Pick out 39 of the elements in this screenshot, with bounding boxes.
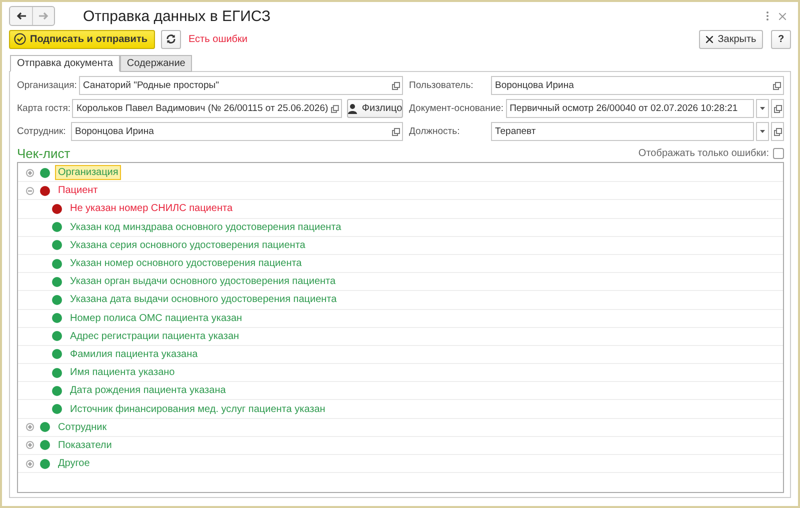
checklist-title: Чек-лист [17,146,72,160]
input-field[interactable]: Первичный осмотр 26/00040 от 02.07.2026 10:28:21 [506,99,754,118]
tab[interactable]: Отправка документа [10,55,120,72]
field-label: Карта гостя: [17,103,70,114]
tree-item[interactable]: Указан орган выдачи основного удостоверения пациента [67,274,339,290]
field-label: Должность: [409,126,461,137]
tree-item[interactable]: Имя пациента указано [67,365,178,380]
person-button[interactable]: Физлицо [347,99,403,118]
window-title: Отправка данных в ЕГИСЗ [83,8,272,24]
tree-item[interactable]: Показатели [55,438,115,453]
input-field[interactable]: Воронцова Ирина [491,76,784,95]
tree-item[interactable]: Организация [55,165,122,180]
tree-item[interactable]: Номер полиса ОМС пациента указан [67,310,246,326]
tab[interactable]: Содержание [120,55,192,72]
input-field[interactable]: Санаторий "Родные просторы" [78,76,403,95]
field-label: Организация: [17,80,77,91]
field-label: Сотрудник: [17,126,67,137]
tree-item[interactable]: Указан код минздрава основного удостоверения пациента [67,220,344,235]
tree-item[interactable]: Дата рождения пациента указана [67,383,229,398]
help-button[interactable]: ? [771,30,791,48]
tree-item[interactable]: Источник финансирования мед. услуг пациента указан [67,402,328,417]
tree-item[interactable]: Фамилия пациента указана [67,346,201,362]
input-field[interactable]: Терапевт [491,122,754,141]
field-label: Документ-основание: [409,103,504,114]
tree-item[interactable]: Сотрудник [55,420,110,435]
tree-item[interactable]: Адрес регистрации пациента указан [67,328,242,344]
tree-item[interactable]: Указана дата выдачи основного удостоверения пациента [67,292,340,308]
error-status: Есть ошибки [188,34,248,44]
input-field[interactable]: Корольков Павел Вадимович (№ 26/00115 от 25.06.2026) [72,99,342,118]
checkbox-label: Отображать только ошибки: [638,148,769,158]
tree-item[interactable]: Указан номер основного удостоверения пациента [67,256,305,272]
field-label: Пользователь: [409,80,474,91]
tree-item[interactable]: Указана серия основного удостоверения пациента [67,238,308,253]
sign-and-send-button[interactable]: Подписать и отправить [9,30,154,48]
close-button[interactable]: Закрыть [699,30,763,48]
input-field[interactable]: Воронцова Ирина [71,122,403,141]
tree-item[interactable]: Другое [55,456,93,472]
tree-item[interactable]: Пациент [55,183,101,198]
tree-item[interactable]: Не указан номер СНИЛС пациента [67,201,236,216]
